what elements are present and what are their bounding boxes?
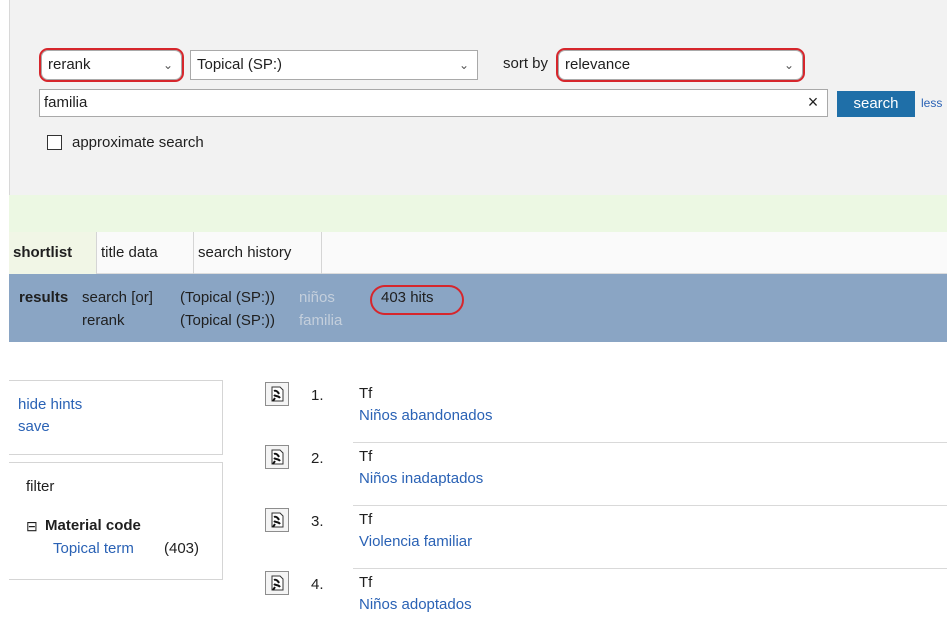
filter-item-topical-term[interactable]: Topical term bbox=[53, 540, 134, 557]
result-divider bbox=[353, 505, 947, 506]
app-root: rerank ⌄ Topical (SP:) ⌄ sort by relevan… bbox=[0, 0, 947, 619]
collapse-icon[interactable]: ⊟ bbox=[26, 518, 38, 535]
approximate-search-option: approximate search bbox=[47, 131, 204, 153]
result-title-link[interactable]: Niños adoptados bbox=[359, 596, 472, 613]
result-title-link[interactable]: Violencia familiar bbox=[359, 533, 472, 550]
sort-select[interactable]: relevance ⌄ bbox=[556, 48, 805, 82]
sort-value: relevance bbox=[565, 56, 631, 73]
chevron-down-icon: ⌄ bbox=[783, 58, 794, 72]
result-item: 2. Tf Niños inadaptados bbox=[258, 444, 947, 506]
query-term-1: niños bbox=[299, 289, 335, 306]
filter-group-material-code: Material code bbox=[45, 517, 141, 534]
record-icon[interactable] bbox=[265, 508, 289, 532]
approximate-search-label: approximate search bbox=[72, 133, 204, 151]
result-type: Tf bbox=[359, 448, 373, 465]
tab-search-history[interactable]: search history bbox=[194, 232, 322, 274]
chevron-down-icon: ⌄ bbox=[458, 58, 469, 72]
save-link[interactable]: save bbox=[18, 418, 50, 435]
less-link[interactable]: less bbox=[921, 96, 942, 110]
hide-hints-link[interactable]: hide hints bbox=[18, 396, 82, 413]
filter-label: filter bbox=[26, 478, 55, 495]
result-type: Tf bbox=[359, 385, 373, 402]
result-number: 1. bbox=[311, 387, 324, 404]
result-item: 4. Tf Niños adoptados bbox=[258, 570, 947, 619]
result-number: 3. bbox=[311, 513, 324, 530]
record-icon[interactable] bbox=[265, 571, 289, 595]
result-divider bbox=[353, 442, 947, 443]
result-item: 1. Tf Niños abandonados bbox=[258, 381, 947, 443]
index-value: Topical (SP:) bbox=[197, 56, 283, 73]
chevron-down-icon: ⌄ bbox=[162, 58, 173, 72]
result-number: 4. bbox=[311, 576, 324, 593]
result-title-link[interactable]: Niños inadaptados bbox=[359, 470, 483, 487]
query-op-1: search [or] bbox=[82, 289, 153, 306]
query-term-2: familia bbox=[299, 312, 343, 329]
result-divider bbox=[353, 568, 947, 569]
close-icon[interactable]: × bbox=[803, 88, 823, 116]
sort-by-label: sort by bbox=[503, 55, 549, 72]
index-select[interactable]: Topical (SP:) ⌄ bbox=[190, 50, 478, 80]
record-icon[interactable] bbox=[265, 445, 289, 469]
hits-count: 403 hits bbox=[381, 289, 434, 306]
filter-item-count: (403) bbox=[164, 540, 200, 557]
approximate-search-checkbox[interactable] bbox=[47, 134, 62, 150]
search-mode-value: rerank bbox=[48, 56, 91, 73]
result-item: 3. Tf Violencia familiar bbox=[258, 507, 947, 569]
tab-shortlist[interactable]: shortlist bbox=[9, 232, 97, 274]
search-mode-select[interactable]: rerank ⌄ bbox=[39, 48, 184, 82]
search-button[interactable]: search bbox=[837, 91, 915, 117]
result-title-link[interactable]: Niños abandonados bbox=[359, 407, 492, 424]
view-tabs: shortlist title data search history bbox=[9, 232, 947, 274]
tab-title-data[interactable]: title data bbox=[97, 232, 194, 274]
search-input[interactable]: familia bbox=[39, 89, 828, 117]
result-type: Tf bbox=[359, 574, 373, 591]
results-bar bbox=[9, 274, 947, 342]
result-number: 2. bbox=[311, 450, 324, 467]
message-band bbox=[9, 195, 947, 232]
result-type: Tf bbox=[359, 511, 373, 528]
query-op-2: rerank bbox=[82, 312, 125, 329]
query-index-1: (Topical (SP:)) bbox=[180, 289, 276, 306]
search-input-value: familia bbox=[44, 94, 88, 111]
record-icon[interactable] bbox=[265, 382, 289, 406]
results-label: results bbox=[19, 289, 69, 306]
query-index-2: (Topical (SP:)) bbox=[180, 312, 276, 329]
